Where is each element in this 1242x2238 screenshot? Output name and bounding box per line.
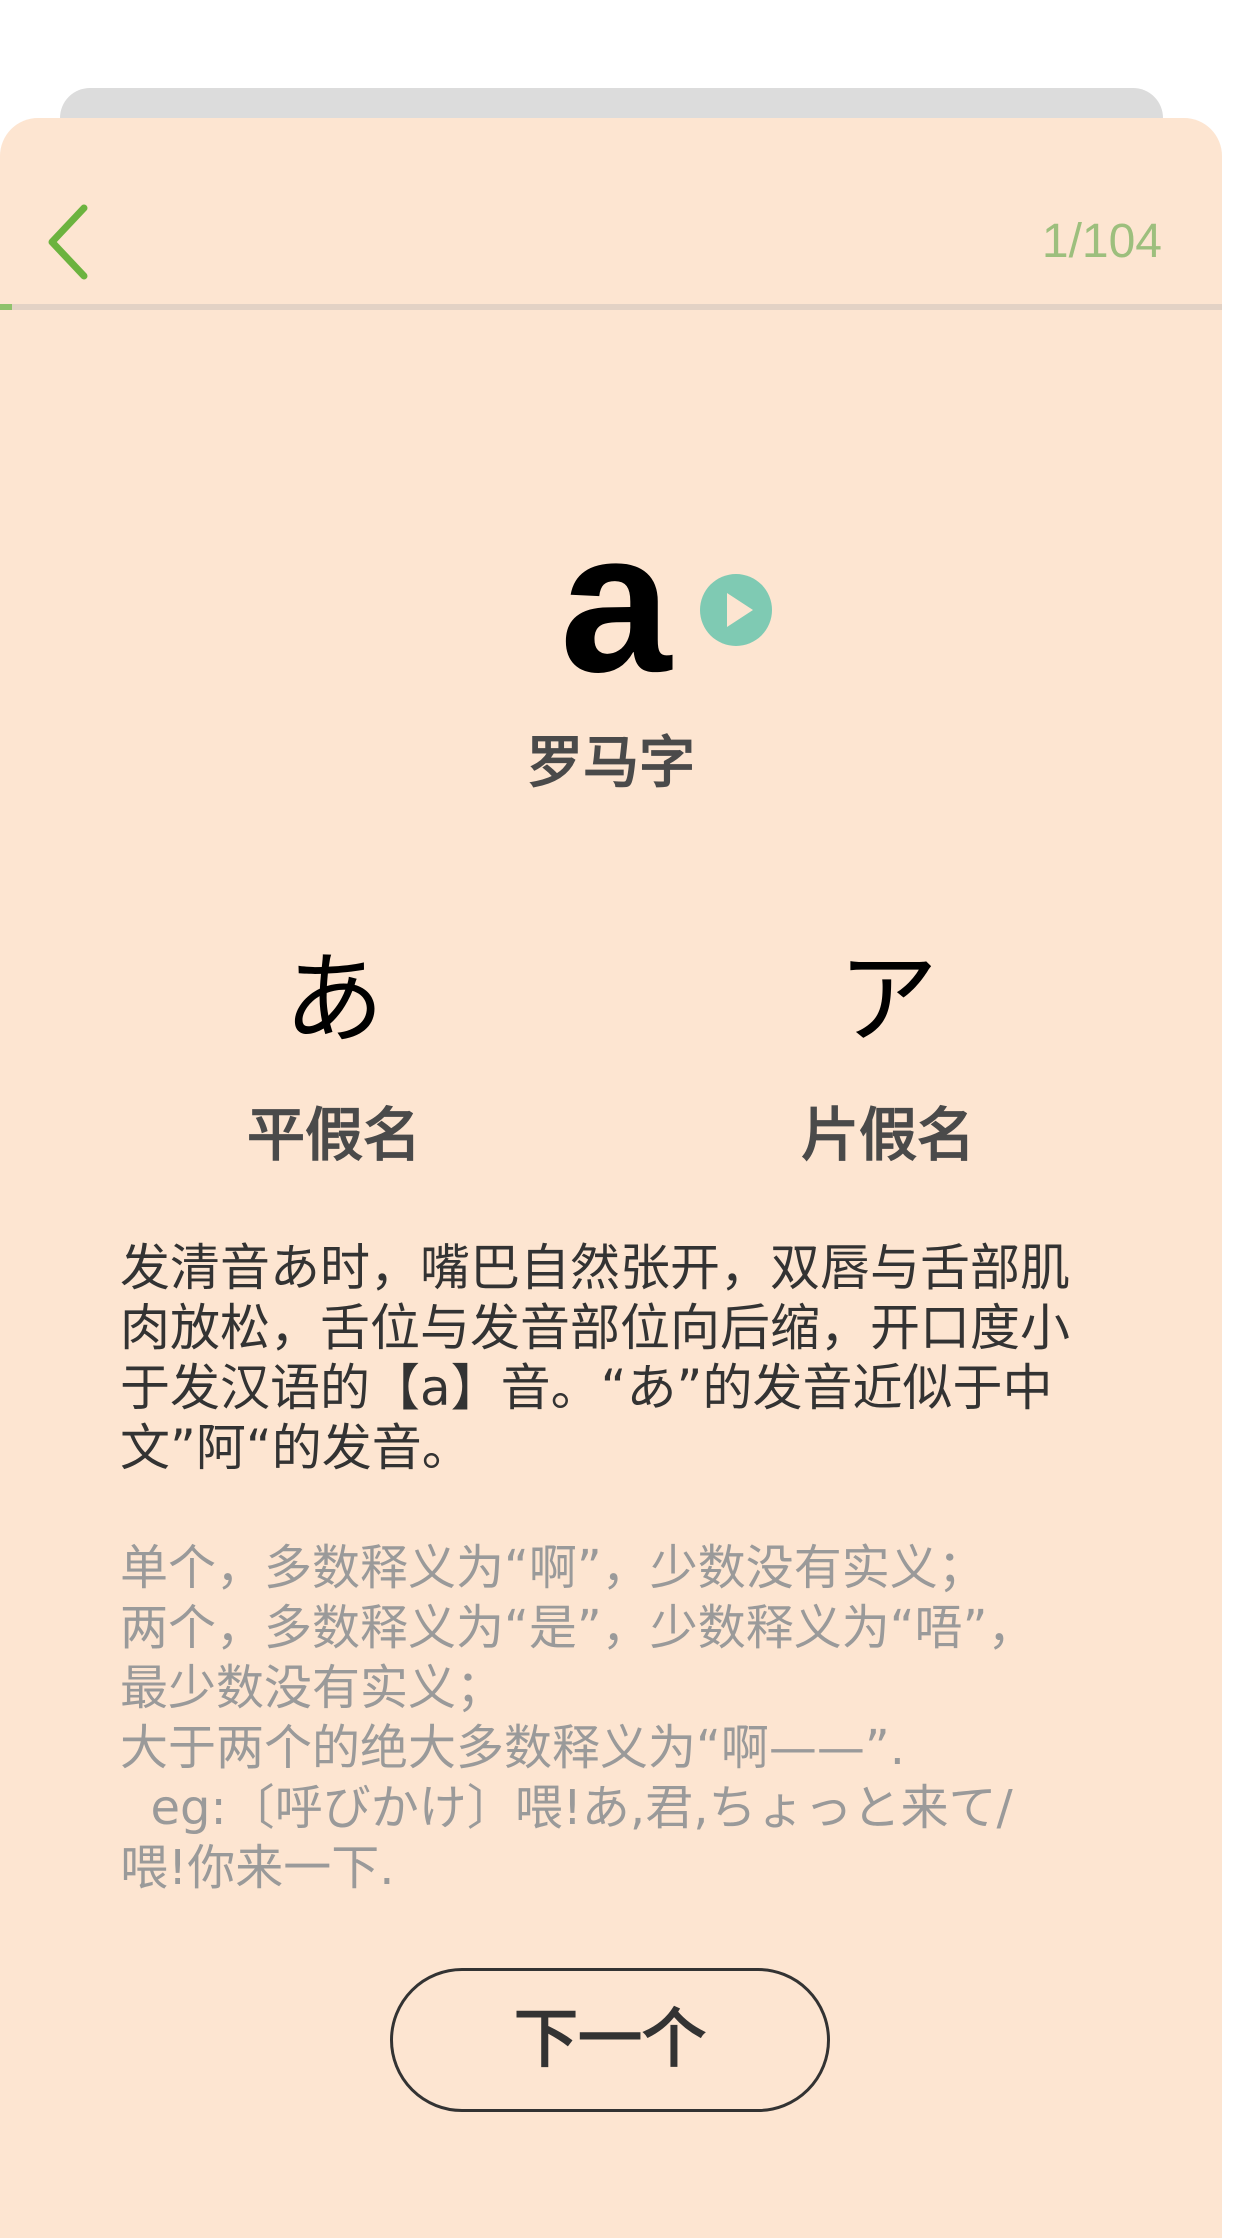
- next-button[interactable]: 下一个: [390, 1968, 830, 2112]
- romaji-label: 罗马字: [527, 731, 695, 796]
- katakana-character: ア: [838, 941, 938, 1058]
- progress-bar: [0, 304, 1222, 310]
- play-icon: [727, 593, 753, 627]
- romaji-row: a: [0, 491, 1222, 714]
- header: 1/104: [0, 118, 1222, 310]
- meaning-notes: 单个，多数释义为“啊”，少数没有实义； 两个，多数释义为“是”，少数释义为“唔”…: [120, 1538, 1100, 1898]
- pronunciation-description: 发清音あ时，嘴巴自然张开，双唇与舌部肌肉放松，舌位与发音部位向后缩，开口度小于发…: [120, 1239, 1070, 1477]
- progress-bar-fill: [0, 304, 12, 310]
- meaning-line: eg:〔呼びかけ〕喂!あ,君,ちょっと来て/: [120, 1780, 1013, 1836]
- meaning-line: 两个，多数释义为“是”，少数释义为“唔”，: [120, 1600, 1036, 1656]
- chevron-left-icon: [48, 204, 88, 280]
- kana-card: 1/104 a 罗马字 あ ア 平假名 片假名 发清音あ时，嘴巴自然张开，双唇与…: [0, 118, 1222, 2238]
- progress-counter: 1/104: [1041, 215, 1162, 268]
- back-button[interactable]: [40, 200, 104, 284]
- meaning-line: 单个，多数释义为“啊”，少数没有实义；: [120, 1540, 986, 1596]
- romaji-character: a: [560, 491, 672, 714]
- play-audio-button[interactable]: [700, 574, 772, 646]
- meaning-line: 喂!你来一下.: [120, 1840, 395, 1896]
- hiragana-label: 平假名: [246, 1101, 421, 1169]
- hiragana-character: あ: [284, 941, 384, 1058]
- meaning-line: 大于两个的绝大多数释义为“啊——”.: [120, 1720, 905, 1776]
- meaning-line: 最少数没有实义；: [120, 1660, 505, 1716]
- katakana-label: 片假名: [800, 1101, 975, 1169]
